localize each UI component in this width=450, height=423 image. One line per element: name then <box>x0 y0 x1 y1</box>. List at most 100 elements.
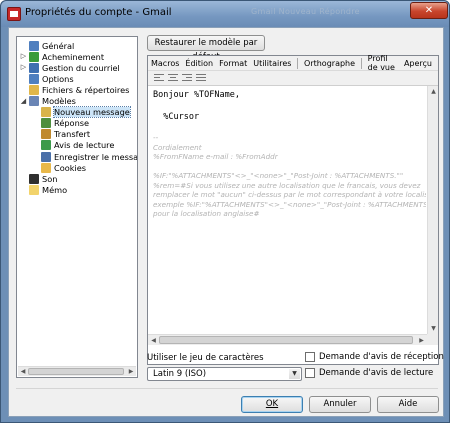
tree-item-label: Cookies <box>54 162 87 173</box>
charset-value: Latin 9 (ISO) <box>153 369 207 379</box>
account-properties-window: Propriétés du compte - Gmail Gmail Nouve… <box>0 0 450 423</box>
template-line: %Cursor <box>153 112 200 122</box>
tree-item-mail-management[interactable]: ▷ Gestion du courriel <box>20 62 120 73</box>
tree-item-sound[interactable]: Son <box>20 173 57 184</box>
cancel-button[interactable]: Annuler <box>309 396 371 413</box>
tree-item-label: Gestion du courriel <box>42 62 120 73</box>
receipt-request-checkbox[interactable]: Demande d'avis de réception <box>305 352 444 362</box>
tree-item-save-message[interactable]: Enregistrer le message <box>32 151 138 162</box>
tree-item-label: Nouveau message <box>53 106 131 119</box>
scroll-thumb[interactable] <box>28 368 124 375</box>
signature-line: pour la localisation anglaise# <box>153 209 260 218</box>
editor-horizontal-scrollbar[interactable]: ◀ ▶ <box>148 334 427 345</box>
template-editor: Macros Édition Format Utilitaires Orthograph… <box>147 54 439 365</box>
tree-item-templates[interactable]: ◢ Modèles <box>20 96 76 107</box>
tree-item-label: Fichiers & répertoires <box>42 84 130 95</box>
scroll-left-icon[interactable]: ◀ <box>149 336 158 345</box>
background-window-title: Gmail Nouveau Répondre <box>251 7 360 16</box>
scroll-up-icon[interactable]: ▲ <box>429 87 438 96</box>
menu-item[interactable]: Utilitaires <box>253 59 291 68</box>
reply-icon <box>41 118 51 129</box>
scrollbar-corner <box>427 334 438 345</box>
folder-icon <box>29 84 39 95</box>
tree-item-label: Général <box>42 40 75 51</box>
templates-icon <box>29 96 39 106</box>
close-button[interactable]: ✕ <box>410 2 448 19</box>
scroll-thumb[interactable] <box>159 336 413 344</box>
tree-item-general[interactable]: Général <box>20 40 74 51</box>
general-icon <box>29 40 39 51</box>
tree-item-label: Mémo <box>42 184 68 195</box>
editor-text-area[interactable]: Bonjour %TOFName, %Cursor -- Cordialement… <box>148 87 426 333</box>
menu-item[interactable]: Macros <box>151 59 179 68</box>
format-toolbar <box>148 71 438 86</box>
editor-vertical-scrollbar[interactable]: ▲ ▼ <box>427 86 438 334</box>
tree-item-read-receipt[interactable]: Avis de lecture <box>32 140 114 151</box>
tree-item-label: Modèles <box>42 96 76 106</box>
signature-line <box>153 162 421 172</box>
tree-item-label: Acheminement <box>42 51 105 62</box>
signature-line: Cordialement <box>153 142 202 152</box>
justify-icon[interactable] <box>196 74 206 83</box>
title-bar[interactable]: Propriétés du compte - Gmail Gmail Nouve… <box>1 1 449 27</box>
tree-item-cookie[interactable]: Cookies <box>32 162 86 173</box>
settings-tree[interactable]: ◀ ▶ Général ▷ Acheminement ▷ Gestion du cour… <box>16 36 138 378</box>
app-icon <box>7 7 21 21</box>
signature-line: -- <box>153 133 159 142</box>
window-title: Propriétés du compte - Gmail <box>25 7 172 18</box>
collapse-icon[interactable]: ◢ <box>20 97 27 105</box>
align-center-icon[interactable] <box>168 74 178 83</box>
expand-icon[interactable]: ▷ <box>20 53 27 60</box>
tree-item-routing[interactable]: ▷ Acheminement <box>20 51 104 62</box>
editor-menu-bar: Macros Édition Format Utilitaires Orthograph… <box>148 54 438 72</box>
template-line: Bonjour %TOFName, <box>153 90 240 100</box>
receipt-request-label: Demande d'avis de réception <box>319 352 444 362</box>
tree-item-label: Enregistrer le message <box>54 151 138 162</box>
align-right-icon[interactable] <box>182 74 192 83</box>
help-button[interactable]: Aide <box>377 396 439 413</box>
expand-icon[interactable]: ▷ <box>20 64 27 71</box>
signature-line: exemple %IF:"%ATTACHMENTS"<>_"<none>"_"P… <box>153 199 426 209</box>
menu-item[interactable]: Format <box>219 59 247 68</box>
checkbox-box[interactable] <box>305 368 315 378</box>
tree-item-label: Réponse <box>54 118 90 129</box>
ok-button[interactable]: OK <box>241 396 303 413</box>
scroll-right-icon[interactable]: ▶ <box>417 336 426 345</box>
menu-item[interactable]: Édition <box>185 59 213 68</box>
tree-item-reply[interactable]: Réponse <box>32 118 89 129</box>
tree-item-forward[interactable]: Transfert <box>32 129 90 140</box>
tree-item-folder[interactable]: Fichiers & répertoires <box>20 84 129 95</box>
signature-line: %IF:"%ATTACHMENTS"<>_"<none>"_"Post-Join… <box>153 171 404 180</box>
scroll-down-icon[interactable]: ▼ <box>429 324 438 333</box>
charset-select[interactable]: Latin 9 (ISO) ▼ <box>147 367 302 381</box>
menu-separator <box>297 57 299 69</box>
tree-item-memo[interactable]: Mémo <box>20 184 67 195</box>
signature-line: %rem=#Si vous utilisez une autre localis… <box>153 180 421 190</box>
checkbox-box[interactable] <box>305 352 315 362</box>
tree-horizontal-scrollbar[interactable]: ◀ ▶ <box>18 366 136 376</box>
signature-text: -- Cordialement %FromFName e-mail : %From… <box>153 133 426 219</box>
tree-item-new-message[interactable]: Nouveau message <box>32 106 131 119</box>
scroll-left-icon[interactable]: ◀ <box>19 368 27 376</box>
tree-item-options[interactable]: Options <box>20 73 74 84</box>
restore-default-template-button[interactable]: Restaurer le modèle par défaut <box>147 35 265 62</box>
charset-label: Utiliser le jeu de caractères <box>147 353 264 363</box>
tree-item-label: Son <box>42 173 58 184</box>
read-request-checkbox[interactable]: Demande d'avis de lecture <box>305 368 433 378</box>
forward-icon <box>41 129 51 140</box>
menu-item[interactable]: Orthographe <box>304 59 355 68</box>
chevron-down-icon[interactable]: ▼ <box>289 369 300 379</box>
template-text: Bonjour %TOFName, %Cursor <box>153 90 421 123</box>
align-left-icon[interactable] <box>154 74 164 83</box>
scroll-right-icon[interactable]: ▶ <box>127 368 135 376</box>
menu-item[interactable]: Aperçu <box>404 59 432 68</box>
menu-item[interactable]: Profil de vue <box>368 54 398 72</box>
